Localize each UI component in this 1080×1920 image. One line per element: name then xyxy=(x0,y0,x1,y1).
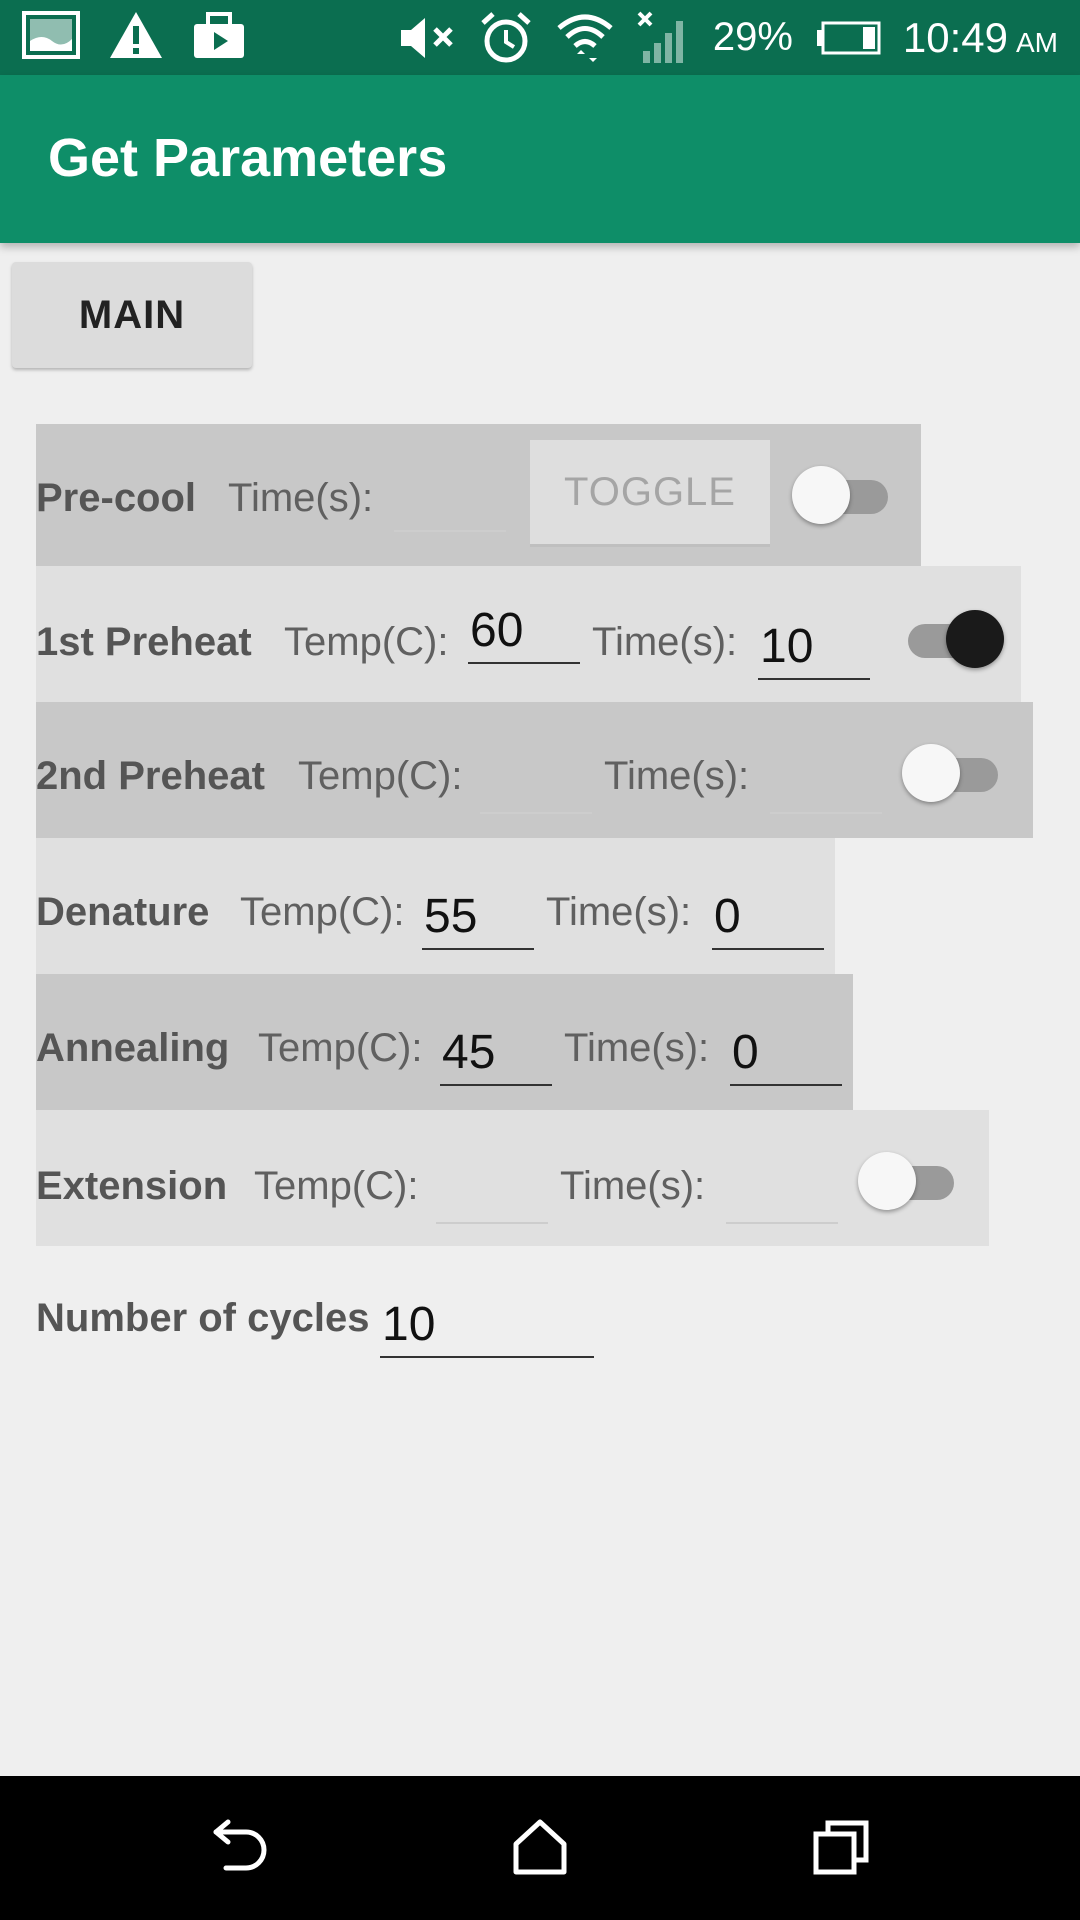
preheat1-temp-label: Temp(C): xyxy=(284,620,449,664)
preheat1-row: 1st Preheat Temp(C): 60 Time(s): 10 xyxy=(36,566,1021,702)
extension-temp-input[interactable] xyxy=(436,1162,548,1224)
toggle-button[interactable]: TOGGLE xyxy=(530,440,770,547)
battery-icon xyxy=(816,21,881,54)
clock-ampm: AM xyxy=(1016,26,1058,58)
annealing-time-input[interactable]: 0 xyxy=(730,1024,842,1086)
wifi-icon xyxy=(557,14,613,62)
preheat1-temp-value: 60 xyxy=(470,604,524,657)
no-signal-icon xyxy=(637,11,683,63)
mute-icon xyxy=(400,17,453,58)
clock: 10:49 AM xyxy=(903,14,1058,62)
annealing-label: Annealing xyxy=(36,1026,230,1070)
denature-row: Denature Temp(C): 55 Time(s): 0 xyxy=(36,838,835,974)
switch-thumb xyxy=(792,466,850,524)
navigation-bar xyxy=(0,1776,1080,1920)
home-icon[interactable] xyxy=(510,1818,570,1878)
extension-switch[interactable] xyxy=(858,1152,958,1212)
extension-temp-label: Temp(C): xyxy=(254,1164,419,1208)
denature-time-input[interactable]: 0 xyxy=(712,888,824,950)
annealing-temp-label: Temp(C): xyxy=(258,1026,423,1070)
preheat1-temp-input[interactable]: 60 xyxy=(468,602,580,664)
preheat2-time-label: Time(s): xyxy=(604,754,750,798)
preheat1-time-input[interactable]: 10 xyxy=(758,618,870,680)
annealing-row: Annealing Temp(C): 45 Time(s): 0 xyxy=(36,974,853,1110)
denature-time-label: Time(s): xyxy=(546,890,692,934)
preheat2-time-input[interactable] xyxy=(770,752,882,814)
precool-row: Pre-cool Time(s): TOGGLE xyxy=(36,424,921,566)
switch-thumb xyxy=(946,610,1004,668)
annealing-time-value: 0 xyxy=(732,1026,759,1079)
denature-time-value: 0 xyxy=(714,890,741,943)
cycles-label: Number of cycles xyxy=(36,1296,370,1340)
cycles-input[interactable]: 10 xyxy=(380,1296,594,1358)
precool-time-input[interactable] xyxy=(394,470,506,532)
recents-icon[interactable] xyxy=(812,1818,872,1878)
battery-percent: 29% xyxy=(712,15,793,59)
app-bar: Get Parameters xyxy=(0,75,1080,243)
annealing-temp-input[interactable]: 45 xyxy=(440,1024,552,1086)
alarm-icon xyxy=(481,11,531,62)
denature-temp-input[interactable]: 55 xyxy=(422,888,534,950)
denature-temp-label: Temp(C): xyxy=(240,890,405,934)
extension-row: Extension Temp(C): Time(s): xyxy=(36,1110,989,1246)
extension-label: Extension xyxy=(36,1164,228,1208)
annealing-time-label: Time(s): xyxy=(564,1026,710,1070)
annealing-temp-value: 45 xyxy=(442,1026,496,1079)
preheat2-label: 2nd Preheat xyxy=(36,754,265,798)
page-title: Get Parameters xyxy=(48,128,448,188)
switch-thumb xyxy=(902,744,960,802)
preheat2-row: 2nd Preheat Temp(C): Time(s): xyxy=(36,702,1033,838)
back-icon[interactable] xyxy=(210,1818,270,1878)
preheat2-temp-label: Temp(C): xyxy=(298,754,463,798)
precool-label: Pre-cool xyxy=(36,476,197,520)
denature-temp-value: 55 xyxy=(424,890,478,943)
cycles-value: 10 xyxy=(382,1298,436,1351)
extension-time-label: Time(s): xyxy=(560,1164,706,1208)
denature-label: Denature xyxy=(36,890,210,934)
precool-time-label: Time(s): xyxy=(228,476,374,520)
preheat1-switch[interactable] xyxy=(904,610,1004,670)
preheat1-label: 1st Preheat xyxy=(36,620,252,664)
preheat1-time-value: 10 xyxy=(760,620,814,673)
status-bar: 29% 10:49 AM xyxy=(0,0,1080,75)
warning-icon xyxy=(110,12,162,58)
preheat2-switch[interactable] xyxy=(902,744,1002,804)
work-briefcase-icon xyxy=(194,12,244,58)
main-button[interactable]: MAIN xyxy=(12,262,252,368)
extension-time-input[interactable] xyxy=(726,1162,838,1224)
preheat1-time-label: Time(s): xyxy=(592,620,738,664)
preheat2-temp-input[interactable] xyxy=(480,752,592,814)
precool-switch[interactable] xyxy=(792,466,892,526)
switch-thumb xyxy=(858,1152,916,1210)
clock-time: 10:49 xyxy=(902,13,1008,61)
gallery-icon xyxy=(22,11,80,59)
